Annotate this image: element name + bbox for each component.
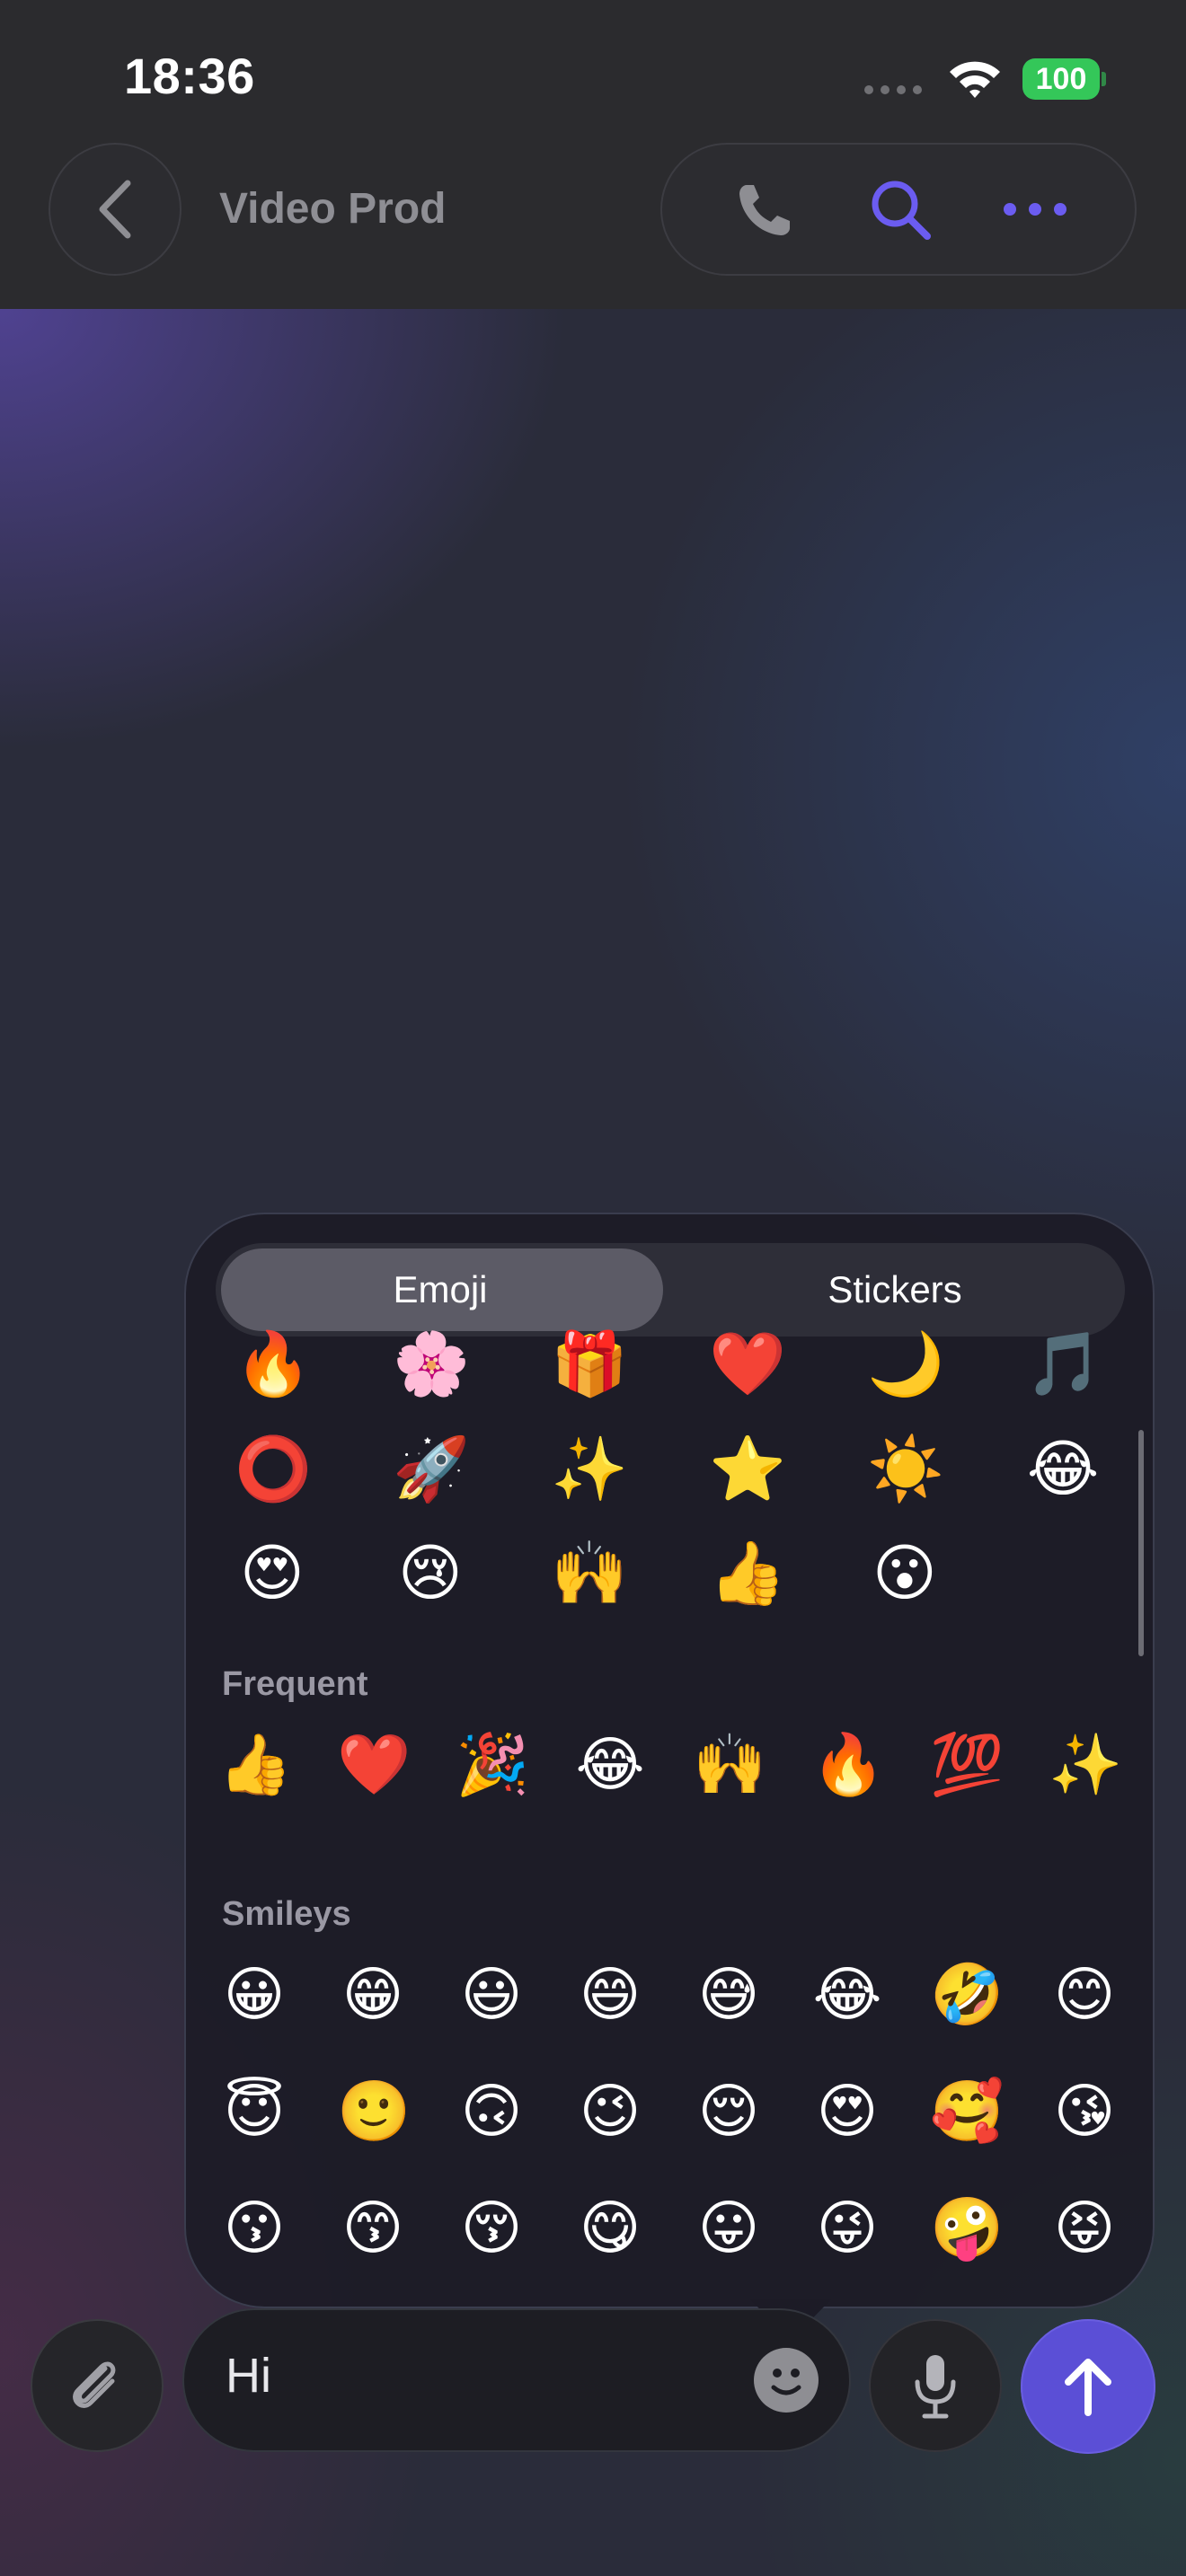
emoji-button[interactable]: 🤪 (930, 2199, 1004, 2271)
section-title: Smileys (222, 1895, 351, 1933)
search-icon (872, 181, 931, 240)
smiley-icon (771, 2369, 801, 2395)
emoji-button[interactable]: 🔥 (811, 1735, 885, 1807)
voice-record-button[interactable] (869, 2319, 1002, 2452)
emoji-button[interactable]: ✨ (551, 1439, 628, 1514)
emoji-button[interactable]: 😛 (693, 2199, 765, 2271)
scrollbar[interactable] (1138, 1430, 1144, 1656)
emoji-button[interactable]: 😂 (574, 1735, 646, 1807)
emoji-button[interactable]: 😮 (867, 1543, 943, 1619)
emoji-button[interactable]: 😢 (393, 1543, 468, 1619)
arrow-up-icon (1065, 2359, 1111, 2416)
emoji-button[interactable]: 🔥 (235, 1334, 312, 1409)
section-title: Frequent (222, 1665, 368, 1703)
top-bar: 18:36 100 Video Prod (0, 0, 1186, 309)
emoji-button[interactable]: ☀️ (867, 1439, 944, 1514)
emoji-button[interactable]: 🌙 (867, 1334, 944, 1409)
emoji-button[interactable]: 😙 (337, 2199, 409, 2271)
battery-indicator: 100 (1022, 58, 1100, 100)
emoji-button[interactable]: ❤️ (337, 1735, 411, 1807)
emoji-button[interactable]: 🤣 (930, 1965, 1004, 2037)
attach-button[interactable] (31, 2319, 164, 2452)
emoji-button[interactable]: 🙃 (456, 2082, 527, 2154)
phone-icon (739, 185, 790, 235)
more-button[interactable] (968, 145, 1102, 274)
emoji-button[interactable]: 😍 (235, 1543, 310, 1619)
emoji-button[interactable]: 😝 (1049, 2199, 1120, 2271)
emoji-button[interactable]: 😗 (218, 2199, 290, 2271)
emoji-button[interactable]: 😉 (574, 2082, 646, 2154)
emoji-button[interactable]: ❤️ (709, 1334, 786, 1409)
chevron-left-icon (99, 180, 131, 239)
tab-stickers[interactable]: Stickers (670, 1243, 1120, 1337)
emoji-button[interactable]: 🚀 (393, 1439, 470, 1514)
emoji-button[interactable]: ⭐ (709, 1439, 786, 1514)
emoji-button[interactable]: 😂 (811, 1965, 883, 2037)
emoji-button[interactable]: 🥰 (930, 2082, 1004, 2154)
emoji-button[interactable]: 😜 (811, 2199, 883, 2271)
emoji-button[interactable]: 😁 (337, 1965, 409, 2037)
search-button[interactable] (833, 145, 968, 274)
emoji-button[interactable]: 🎵 (1025, 1334, 1102, 1409)
emoji-button[interactable]: 🙌 (693, 1735, 766, 1807)
wifi-icon (950, 61, 1000, 98)
emoji-button[interactable]: 😊 (1049, 1965, 1120, 2037)
picker-tabs: Emoji Stickers (216, 1243, 1125, 1337)
tab-emoji[interactable]: Emoji (216, 1243, 665, 1337)
emoji-button[interactable]: ⭕ (235, 1439, 312, 1514)
emoji-button[interactable]: 😃 (456, 1965, 527, 2037)
emoji-button[interactable]: 👍 (709, 1543, 786, 1619)
emoji-button[interactable]: 🌸 (393, 1334, 470, 1409)
header-actions (660, 143, 1137, 276)
emoji-toggle-button[interactable] (754, 2348, 819, 2413)
chat-title[interactable]: Video Prod (219, 184, 447, 234)
emoji-button[interactable]: ✨ (1049, 1735, 1122, 1807)
emoji-button[interactable]: 😄 (574, 1965, 646, 2037)
message-composer (182, 2308, 851, 2452)
emoji-button[interactable]: 😀 (218, 1965, 290, 2037)
emoji-button[interactable]: 😍 (811, 2082, 883, 2154)
emoji-button[interactable]: 😌 (693, 2082, 765, 2154)
message-input[interactable] (226, 2348, 693, 2404)
send-button[interactable] (1021, 2319, 1155, 2454)
emoji-button[interactable]: 😚 (456, 2199, 527, 2271)
emoji-button[interactable]: 💯 (930, 1735, 1004, 1807)
status-time: 18:36 (124, 48, 255, 104)
microphone-icon (915, 2355, 956, 2419)
cellular-signal-icon (864, 85, 922, 94)
paperclip-icon (73, 2361, 116, 2408)
emoji-button[interactable]: 😅 (693, 1965, 765, 2037)
emoji-picker: Emoji Stickers 🔥 🌸 🎁 ❤️ 🌙 🎵 ⭕ 🚀 ✨ ⭐ ☀️ 😂 😍 😢 🙌 👍 😮 Freque… (184, 1213, 1155, 2308)
more-icon (1004, 203, 1067, 216)
emoji-button[interactable]: 😇 (218, 2082, 290, 2154)
back-button[interactable] (49, 143, 181, 276)
emoji-button[interactable]: 🙌 (551, 1543, 628, 1619)
emoji-button[interactable]: 😂 (1025, 1439, 1101, 1514)
emoji-button[interactable]: 😘 (1049, 2082, 1120, 2154)
emoji-button[interactable]: 👍 (218, 1735, 292, 1807)
battery-tip (1102, 72, 1106, 86)
call-button[interactable] (698, 145, 833, 274)
emoji-button[interactable]: 🎉 (456, 1735, 529, 1807)
emoji-button[interactable]: 🙂 (337, 2082, 411, 2154)
emoji-button[interactable]: 😋 (574, 2199, 646, 2271)
emoji-button[interactable]: 🎁 (551, 1334, 628, 1409)
